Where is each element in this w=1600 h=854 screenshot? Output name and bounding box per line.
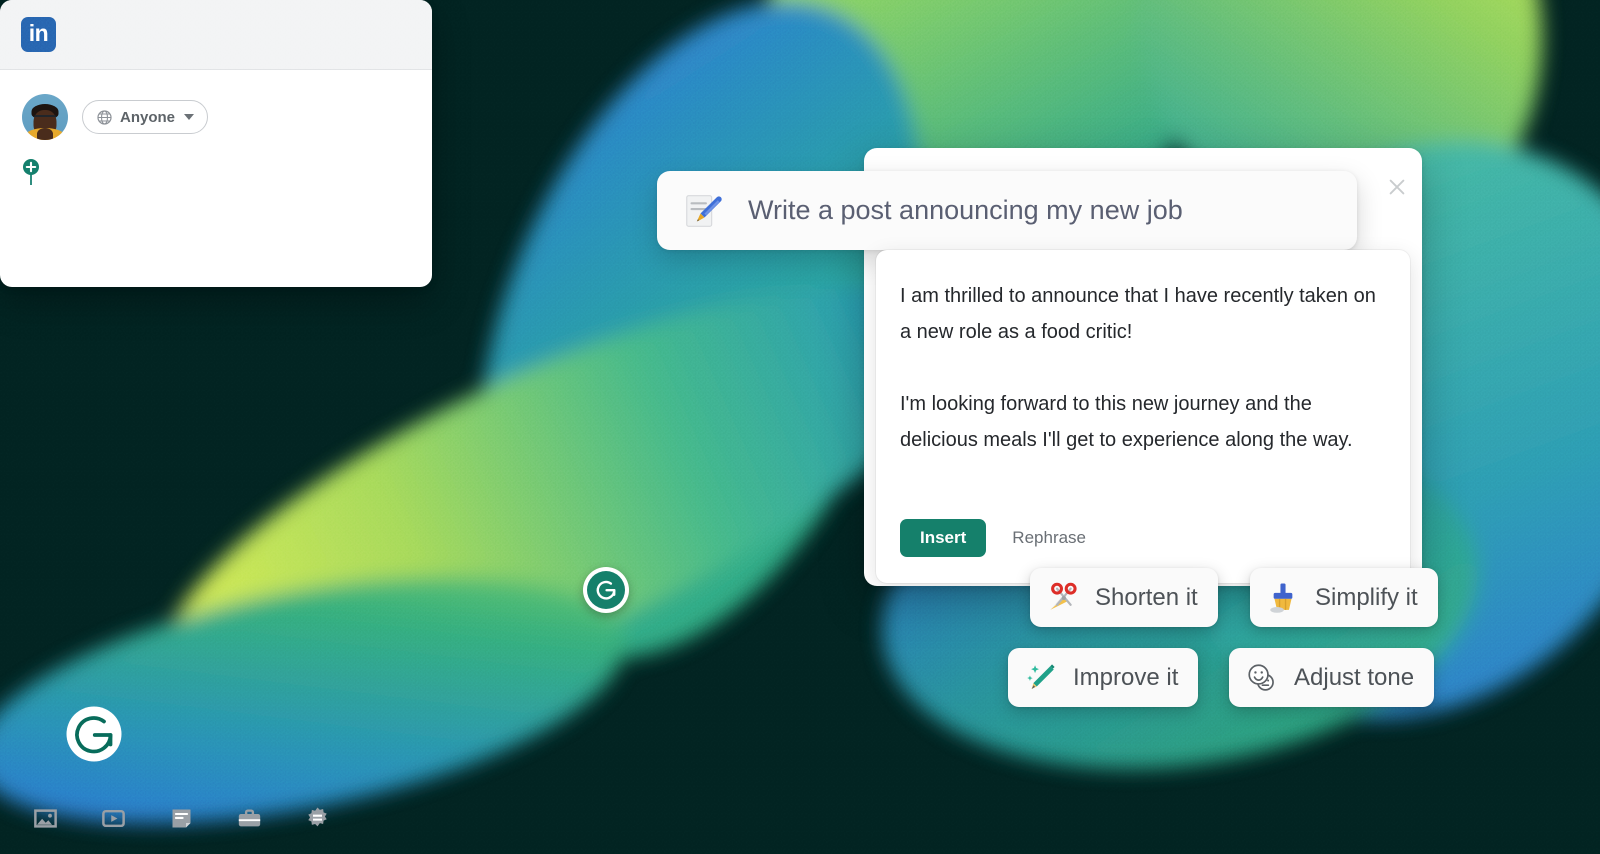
- globe-icon: [97, 109, 112, 125]
- chip-label: Improve it: [1073, 663, 1179, 691]
- composer-header-row: Anyone: [22, 94, 410, 140]
- app-stage: in Anyone Write a post announcing my new…: [0, 0, 1600, 854]
- grammarly-brand-logo: [66, 706, 122, 762]
- response-paragraph: I'm looking forward to this new journey …: [900, 393, 1353, 451]
- writing-hand-emoji: [686, 194, 722, 227]
- grammarly-g-icon: [596, 580, 616, 600]
- suggestion-chip-simplify-it[interactable]: Simplify it: [1250, 568, 1438, 627]
- linkedin-composer-body: Anyone: [0, 70, 432, 185]
- suggestion-chip-improve-it[interactable]: Improve it: [1008, 648, 1199, 707]
- sparkle-pencil-emoji: [1027, 663, 1055, 689]
- chip-label: Adjust tone: [1294, 663, 1415, 691]
- audience-label: Anyone: [120, 108, 176, 126]
- rephrase-button[interactable]: Rephrase: [1012, 528, 1086, 548]
- suggestion-chip-shorten-it[interactable]: Shorten it: [1030, 568, 1218, 627]
- prompt-text: Write a post announcing my new job: [748, 195, 1183, 225]
- assistant-response-card: I am thrilled to announce that I have re…: [876, 250, 1410, 583]
- chevron-down-icon: [184, 114, 195, 120]
- chip-label: Simplify it: [1315, 583, 1418, 611]
- response-actions: Insert Rephrase: [900, 519, 1086, 557]
- broom-emoji: [1270, 583, 1293, 613]
- avatar: [22, 94, 68, 140]
- insert-button[interactable]: Insert: [900, 519, 987, 557]
- grammarly-cursor-pin-icon: [23, 159, 39, 185]
- chip-label: Shorten it: [1095, 583, 1198, 611]
- prompt-input-bar[interactable]: Write a post announcing my new job: [657, 171, 1357, 250]
- response-paragraph: I am thrilled to announce that I have re…: [900, 285, 1376, 343]
- grammarly-floating-button[interactable]: [583, 567, 629, 613]
- suggestion-chip-adjust-tone[interactable]: Adjust tone: [1229, 648, 1435, 707]
- scissors-emoji: [1050, 582, 1077, 610]
- close-icon[interactable]: [1386, 176, 1408, 198]
- audience-selector[interactable]: Anyone: [82, 100, 209, 134]
- two-faces-icon: [1248, 663, 1274, 691]
